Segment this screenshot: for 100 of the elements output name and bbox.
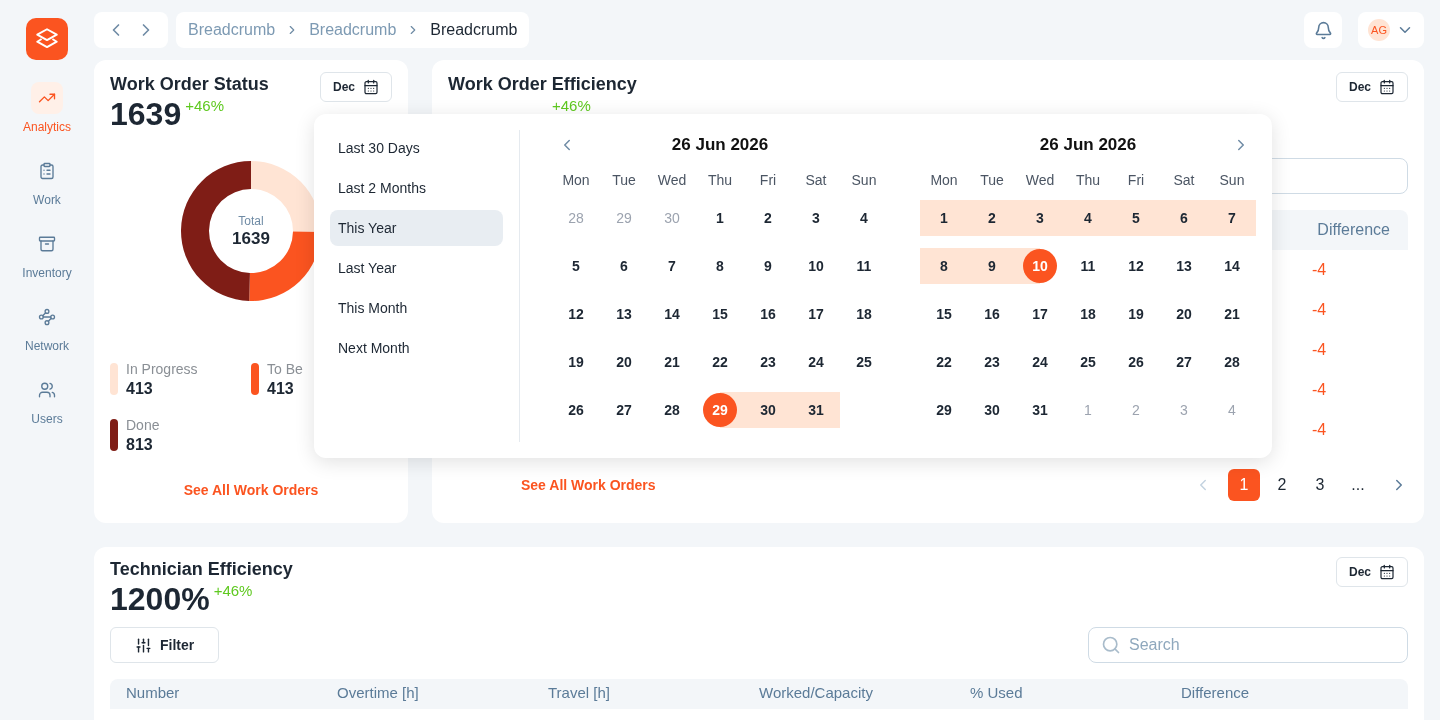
calendar-day[interactable]: 17 bbox=[1023, 297, 1057, 331]
calendar-day[interactable]: 1 bbox=[927, 201, 961, 235]
calendar-day[interactable]: 5 bbox=[1119, 201, 1153, 235]
notification-button[interactable] bbox=[1304, 12, 1342, 48]
page-button[interactable]: ... bbox=[1342, 469, 1374, 501]
period-button[interactable]: Dec bbox=[1336, 557, 1408, 587]
preset-option[interactable]: Last 30 Days bbox=[330, 130, 503, 166]
weekday-label: Tue bbox=[611, 171, 637, 190]
weekday-label: Sat bbox=[1172, 171, 1196, 190]
legend-value: 813 bbox=[126, 435, 154, 455]
calendar-day[interactable]: 28 bbox=[655, 393, 689, 427]
calendar-day[interactable]: 4 bbox=[1071, 201, 1105, 235]
calendar-day[interactable]: 7 bbox=[655, 249, 689, 283]
table-cell-text: -4 bbox=[1312, 380, 1327, 400]
calendar-day[interactable]: 5 bbox=[559, 249, 593, 283]
calendar-day[interactable]: 3 bbox=[1023, 201, 1057, 235]
preset-option[interactable]: This Year bbox=[330, 210, 503, 246]
period-button[interactable]: Dec bbox=[1336, 72, 1408, 102]
calendar-day[interactable]: 10 bbox=[799, 249, 833, 283]
bell-icon bbox=[1313, 20, 1333, 40]
calendar-day[interactable]: 16 bbox=[751, 297, 785, 331]
weekday-label: Sat bbox=[804, 171, 828, 190]
user-avatar: AG bbox=[1368, 19, 1390, 41]
calendar-day[interactable]: 27 bbox=[607, 393, 641, 427]
calendar-day[interactable]: 9 bbox=[975, 249, 1009, 283]
calendar-day[interactable]: 22 bbox=[927, 345, 961, 379]
preset-option[interactable]: This Month bbox=[330, 290, 503, 326]
calendar-day[interactable]: 12 bbox=[1119, 249, 1153, 283]
calendar-day[interactable]: 15 bbox=[927, 297, 961, 331]
weekday-label: Fri bbox=[758, 171, 778, 190]
calendar-day[interactable]: 13 bbox=[1167, 249, 1201, 283]
calendar-day[interactable]: 21 bbox=[655, 345, 689, 379]
calendar-day[interactable]: 9 bbox=[751, 249, 785, 283]
calendar-day[interactable]: 30 bbox=[975, 393, 1009, 427]
nodes-icon bbox=[38, 308, 56, 326]
calendar-day[interactable]: 12 bbox=[559, 297, 593, 331]
weekday-label: Thu bbox=[706, 171, 734, 190]
calendar-day[interactable]: 7 bbox=[1215, 201, 1249, 235]
calendar-day[interactable]: 16 bbox=[975, 297, 1009, 331]
calendar-day[interactable]: 25 bbox=[847, 345, 881, 379]
calendar-day[interactable]: 21 bbox=[1215, 297, 1249, 331]
calendar-day[interactable]: 24 bbox=[799, 345, 833, 379]
calendar-day[interactable]: 2 bbox=[975, 201, 1009, 235]
sidebar-item[interactable]: Work bbox=[31, 155, 63, 209]
calendar-day[interactable]: 14 bbox=[655, 297, 689, 331]
calendar-day[interactable]: 19 bbox=[559, 345, 593, 379]
app-logo[interactable] bbox=[26, 18, 68, 60]
calendar-day[interactable]: 31 bbox=[799, 393, 833, 427]
calendar-day[interactable]: 28 bbox=[1215, 345, 1249, 379]
calendar-day[interactable]: 2 bbox=[751, 201, 785, 235]
calendar-day[interactable]: 18 bbox=[1071, 297, 1105, 331]
period-button[interactable]: Dec bbox=[320, 72, 392, 102]
calendar-day[interactable]: 18 bbox=[847, 297, 881, 331]
search-field[interactable]: Search bbox=[1088, 627, 1408, 663]
preset-option[interactable]: Last 2 Months bbox=[330, 170, 503, 206]
calendar-day[interactable]: 17 bbox=[799, 297, 833, 331]
calendar-day[interactable]: 19 bbox=[1119, 297, 1153, 331]
preset-option[interactable]: Next Month bbox=[330, 330, 503, 366]
page-button[interactable]: 3 bbox=[1304, 469, 1336, 501]
calendar-day[interactable]: 6 bbox=[1167, 201, 1201, 235]
calendar-day[interactable]: 30 bbox=[751, 393, 785, 427]
sidebar-item[interactable]: Users bbox=[31, 374, 63, 428]
preset-option[interactable]: Last Year bbox=[330, 250, 503, 286]
search-icon bbox=[1101, 635, 1121, 655]
sidebar-item[interactable]: Network bbox=[25, 301, 69, 355]
calendar-day[interactable]: 25 bbox=[1071, 345, 1105, 379]
calendar-day[interactable]: 6 bbox=[607, 249, 641, 283]
breadcrumb-link[interactable]: Breadcrumb bbox=[430, 18, 518, 42]
calendar-day[interactable]: 23 bbox=[751, 345, 785, 379]
calendar-day[interactable]: 26 bbox=[559, 393, 593, 427]
calendar-day[interactable]: 20 bbox=[1167, 297, 1201, 331]
calendar-day[interactable]: 20 bbox=[607, 345, 641, 379]
filter-button[interactable]: Filter bbox=[110, 627, 220, 663]
weekday-label: Wed bbox=[1024, 171, 1056, 190]
calendar-day[interactable]: 22 bbox=[703, 345, 737, 379]
calendar-day[interactable]: 14 bbox=[1215, 249, 1249, 283]
calendar-day[interactable]: 8 bbox=[927, 249, 961, 283]
calendar-day[interactable]: 13 bbox=[607, 297, 641, 331]
calendar-day[interactable]: 29 bbox=[927, 393, 961, 427]
calendar-day[interactable]: 4 bbox=[847, 201, 881, 235]
calendar-day[interactable]: 26 bbox=[1119, 345, 1153, 379]
page-button[interactable]: 2 bbox=[1266, 469, 1298, 501]
calendar-day[interactable]: 8 bbox=[703, 249, 737, 283]
calendar-day[interactable]: 11 bbox=[847, 249, 881, 283]
calendar-day[interactable]: 1 bbox=[703, 201, 737, 235]
calendar-day[interactable]: 31 bbox=[1023, 393, 1057, 427]
search-input[interactable]: Search bbox=[1129, 633, 1395, 657]
calendar-icon bbox=[363, 79, 379, 95]
legend-label: In Progress bbox=[126, 360, 198, 379]
sidebar-item[interactable]: Inventory bbox=[22, 228, 72, 282]
weekday-label: Mon bbox=[929, 171, 959, 190]
total-value: 1639 bbox=[232, 229, 270, 249]
calendar-day[interactable]: 27 bbox=[1167, 345, 1201, 379]
weekday-label: Fri bbox=[1126, 171, 1146, 190]
calendar-day[interactable]: 3 bbox=[799, 201, 833, 235]
calendar-day[interactable]: 15 bbox=[703, 297, 737, 331]
sliders-icon bbox=[135, 636, 152, 654]
calendar-day[interactable]: 23 bbox=[975, 345, 1009, 379]
calendar-day[interactable]: 24 bbox=[1023, 345, 1057, 379]
calendar-day[interactable]: 11 bbox=[1071, 249, 1105, 283]
